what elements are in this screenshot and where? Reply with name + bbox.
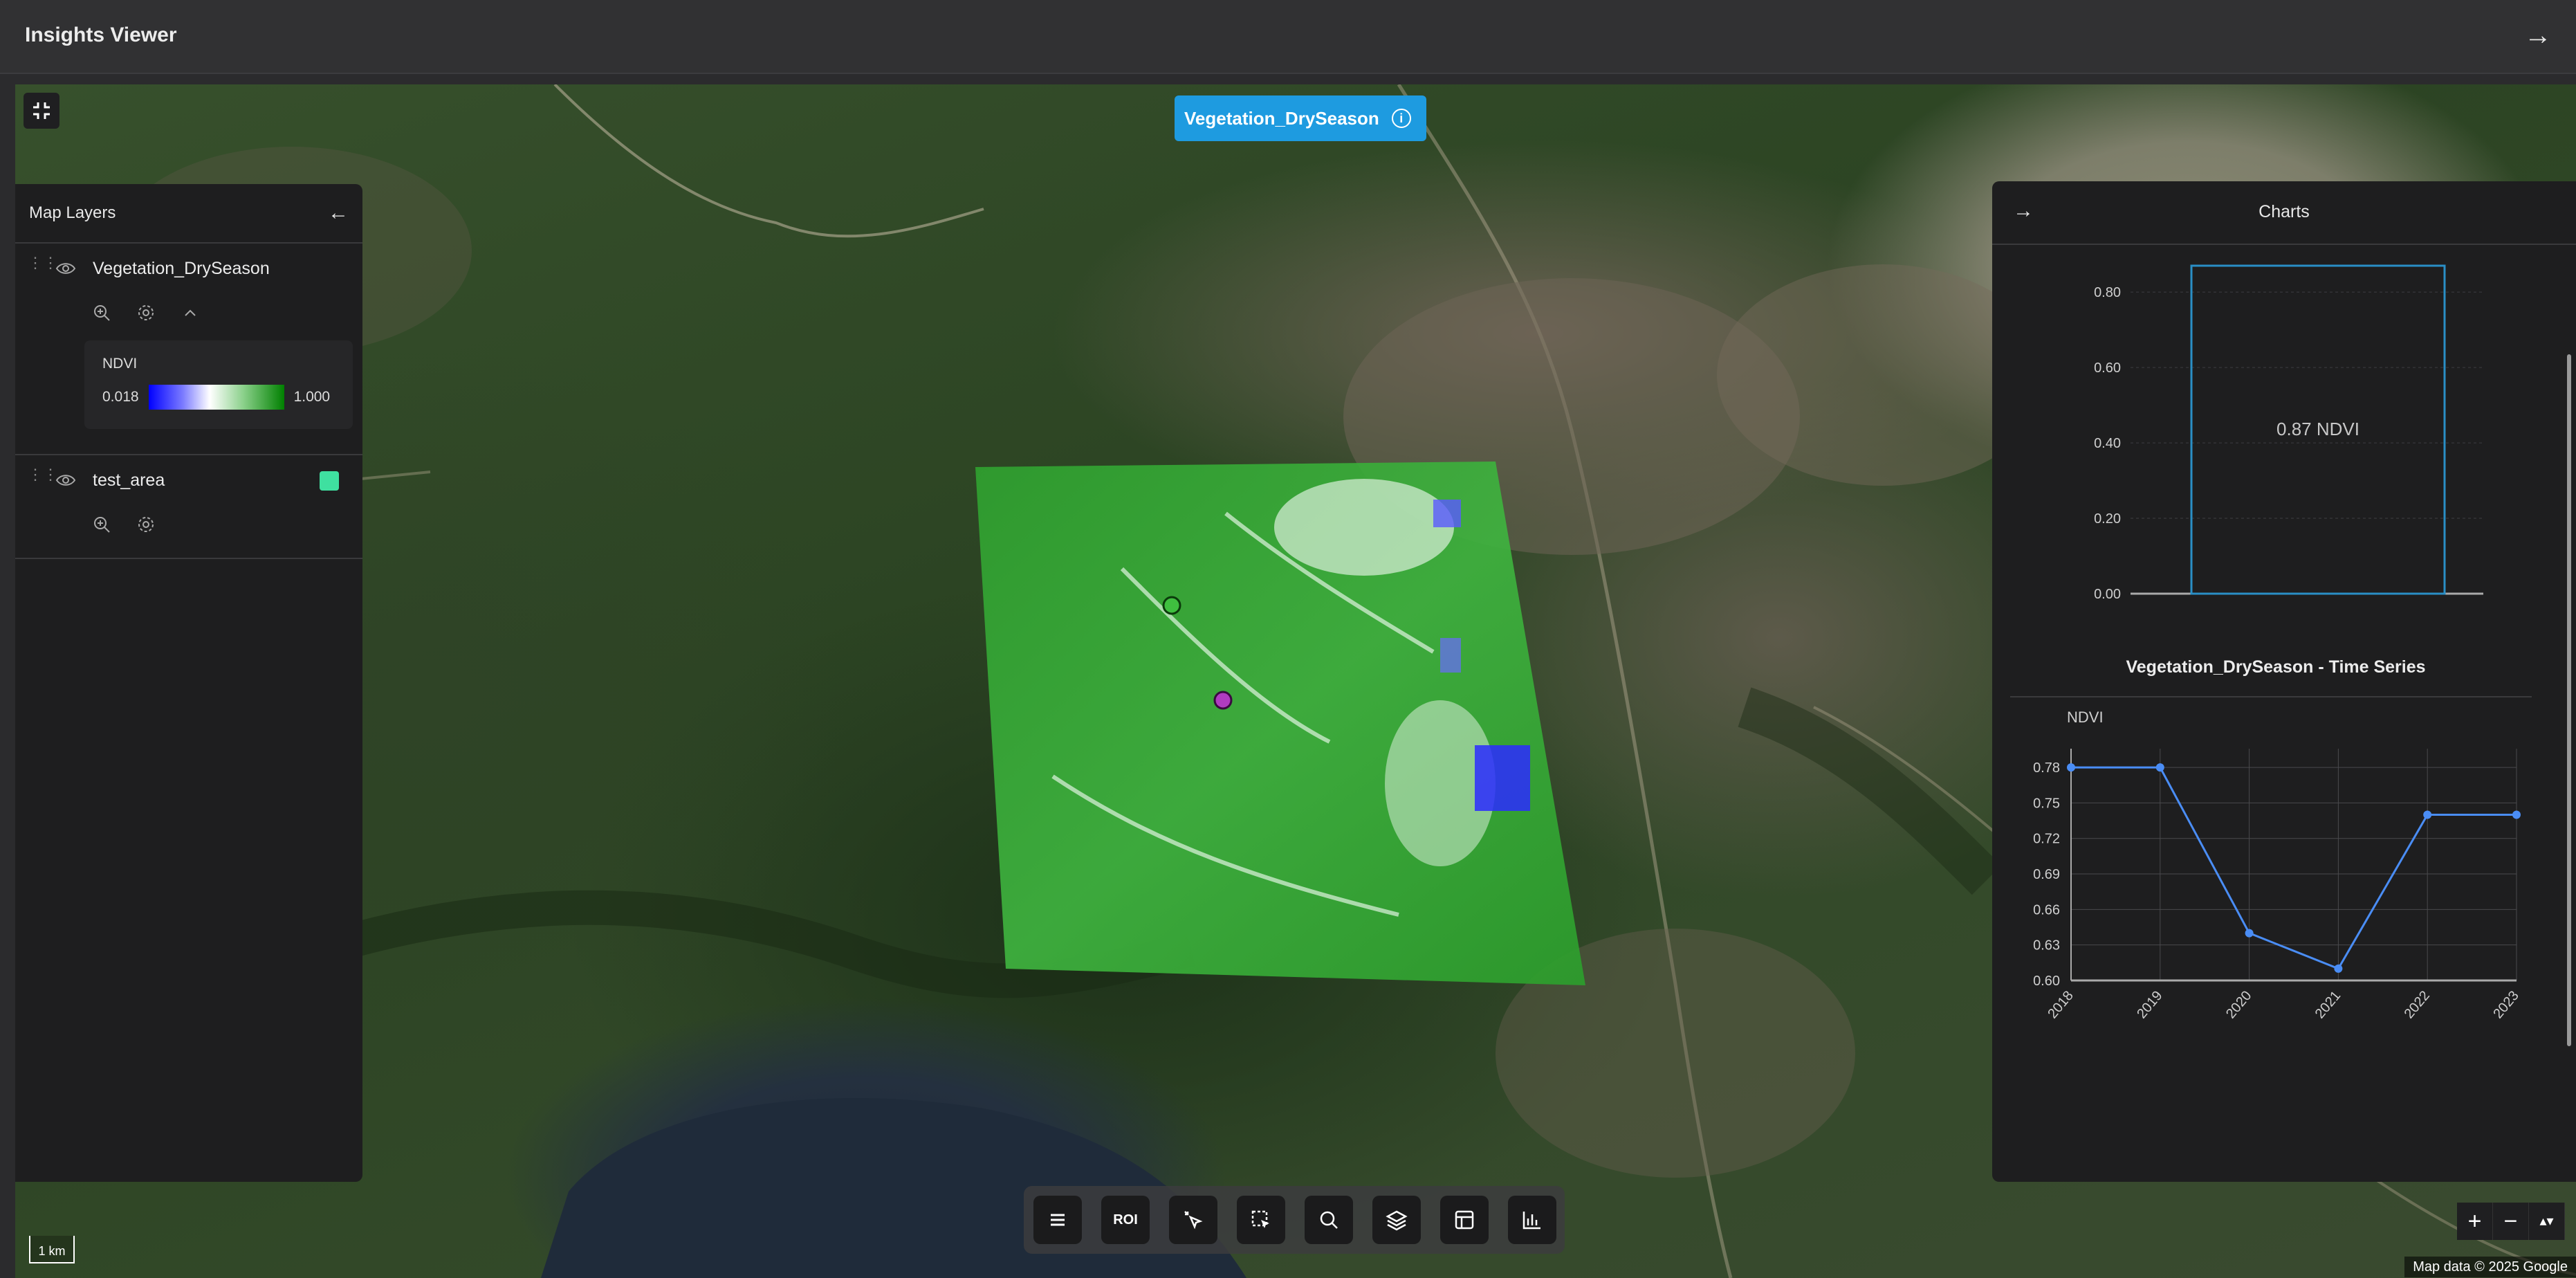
y-tick-label: 0.00	[2094, 587, 2121, 602]
y-tick-label: 0.60	[2033, 974, 2060, 989]
y-tick-label: 0.20	[2094, 511, 2121, 527]
y-tick-label: 0.75	[2033, 796, 2060, 811]
x-tick-label: 2023	[2490, 988, 2521, 1021]
map-attribution: Map data © 2025 Google	[2404, 1257, 2576, 1277]
layer-name: test_area	[93, 470, 165, 490]
layer-item-test-area: ⋮⋮ test_area	[15, 455, 362, 559]
eye-icon[interactable]	[55, 470, 76, 491]
layer-color-swatch[interactable]	[320, 471, 339, 491]
layers-button[interactable]	[1372, 1196, 1421, 1244]
gear-icon[interactable]	[136, 514, 156, 535]
select-box-icon	[1251, 1210, 1269, 1228]
charts-panel: → Charts 0.00 0.20 0.40 0.60 0.80 0.87 NDVI V…	[1992, 181, 2576, 1182]
eye-icon[interactable]	[55, 258, 76, 279]
zoom-out-button[interactable]: −	[2493, 1203, 2529, 1240]
app-title: Insights Viewer	[25, 24, 177, 46]
drag-handle-icon[interactable]: ⋮⋮	[28, 255, 58, 277]
active-layer-badge[interactable]: Vegetation_DrySeason i	[1175, 95, 1426, 141]
chevron-up-icon[interactable]	[180, 302, 201, 323]
exit-arrow-icon[interactable]: →	[2521, 18, 2555, 53]
app-title-bar: Insights Viewer →	[0, 0, 2576, 74]
bar-chart-icon	[1522, 1212, 1540, 1230]
y-tick-label: 0.63	[2033, 938, 2060, 953]
search-button[interactable]	[1305, 1196, 1353, 1244]
table-button[interactable]	[1440, 1196, 1489, 1244]
pointer-sparkle-icon	[1184, 1211, 1203, 1230]
y-axis-label: NDVI	[2067, 709, 2104, 726]
y-tick-label: 0.72	[2033, 832, 2060, 847]
zoom-to-layer-icon[interactable]	[91, 302, 112, 323]
menu-icon	[1051, 1214, 1065, 1226]
data-point	[2155, 763, 2164, 772]
collapse-icon	[33, 102, 50, 119]
y-tick-label: 0.66	[2033, 902, 2060, 918]
map-layers-panel: Map Layers ← ⋮⋮ Vegetation_DrySeason NDV…	[15, 184, 362, 1182]
x-tick-label: 2022	[2402, 988, 2433, 1021]
zoom-to-layer-icon[interactable]	[91, 514, 112, 535]
y-tick-label: 0.40	[2094, 436, 2121, 451]
compass-button[interactable]: ▴▾	[2529, 1203, 2565, 1240]
menu-button[interactable]	[1033, 1196, 1082, 1244]
scrollbar-thumb[interactable]	[2567, 354, 2571, 1046]
collapse-panel-arrow-icon[interactable]: ←	[328, 201, 349, 225]
search-icon	[1320, 1211, 1338, 1229]
chart-title: Vegetation_DrySeason - Time Series	[2126, 657, 2425, 677]
x-tick-label: 2018	[2045, 988, 2076, 1021]
legend-color-ramp	[148, 385, 284, 410]
map-layers-header: Map Layers ←	[15, 184, 362, 244]
y-tick-label: 0.78	[2033, 760, 2060, 776]
purple-marker	[1213, 691, 1233, 710]
data-point	[2512, 810, 2521, 819]
x-tick-label: 2021	[2312, 988, 2344, 1021]
series-line	[2071, 766, 2517, 970]
panel-title: Map Layers	[29, 203, 116, 222]
ndvi-legend: NDVI 0.018 1.000	[84, 340, 353, 429]
box-select-button[interactable]	[1237, 1196, 1285, 1244]
scale-bar: 1 km	[29, 1236, 75, 1263]
gear-icon[interactable]	[136, 302, 156, 323]
y-tick-label: 0.80	[2094, 285, 2121, 300]
charts-header: → Charts	[1992, 181, 2576, 245]
data-point	[2423, 810, 2432, 819]
panel-title: Charts	[2258, 202, 2310, 221]
zoom-controls: + − ▴▾	[2457, 1203, 2565, 1240]
green-marker	[1162, 596, 1181, 615]
x-tick-label: 2020	[2223, 988, 2254, 1021]
pointer-select-button[interactable]	[1169, 1196, 1217, 1244]
layer-item-vegetation: ⋮⋮ Vegetation_DrySeason NDVI 0.018 1.000	[15, 244, 362, 455]
y-tick-label: 0.69	[2033, 867, 2060, 882]
info-icon[interactable]: i	[1391, 109, 1411, 128]
legend-max: 1.000	[293, 389, 331, 405]
data-point	[2245, 929, 2254, 938]
legend-min: 0.018	[102, 389, 139, 405]
x-tick-label: 2019	[2134, 988, 2165, 1021]
bar-data-label: 0.87 NDVI	[2276, 419, 2359, 439]
charts-scrollbar[interactable]	[2565, 250, 2573, 1178]
data-point	[2067, 763, 2075, 772]
legend-title: NDVI	[102, 356, 138, 372]
drag-handle-icon[interactable]: ⋮⋮	[28, 467, 58, 489]
map-toolbar: ROI	[1024, 1186, 1565, 1254]
layers-icon	[1386, 1210, 1408, 1231]
table-icon	[1455, 1210, 1474, 1230]
roi-button[interactable]: ROI	[1101, 1196, 1150, 1244]
active-layer-name: Vegetation_DrySeason	[1184, 107, 1379, 129]
layer-name: Vegetation_DrySeason	[93, 258, 270, 278]
ndvi-bar-chart: 0.00 0.20 0.40 0.60 0.80 0.87 NDVI	[2094, 264, 2483, 602]
zoom-in-button[interactable]: +	[2457, 1203, 2493, 1240]
data-point	[2334, 964, 2343, 973]
ndvi-time-series-chart: Vegetation_DrySeason - Time Series NDVI 0.…	[2010, 657, 2532, 1021]
y-tick-label: 0.60	[2094, 360, 2121, 376]
charts-button[interactable]	[1508, 1196, 1556, 1244]
exit-fullscreen-button[interactable]	[24, 93, 59, 129]
